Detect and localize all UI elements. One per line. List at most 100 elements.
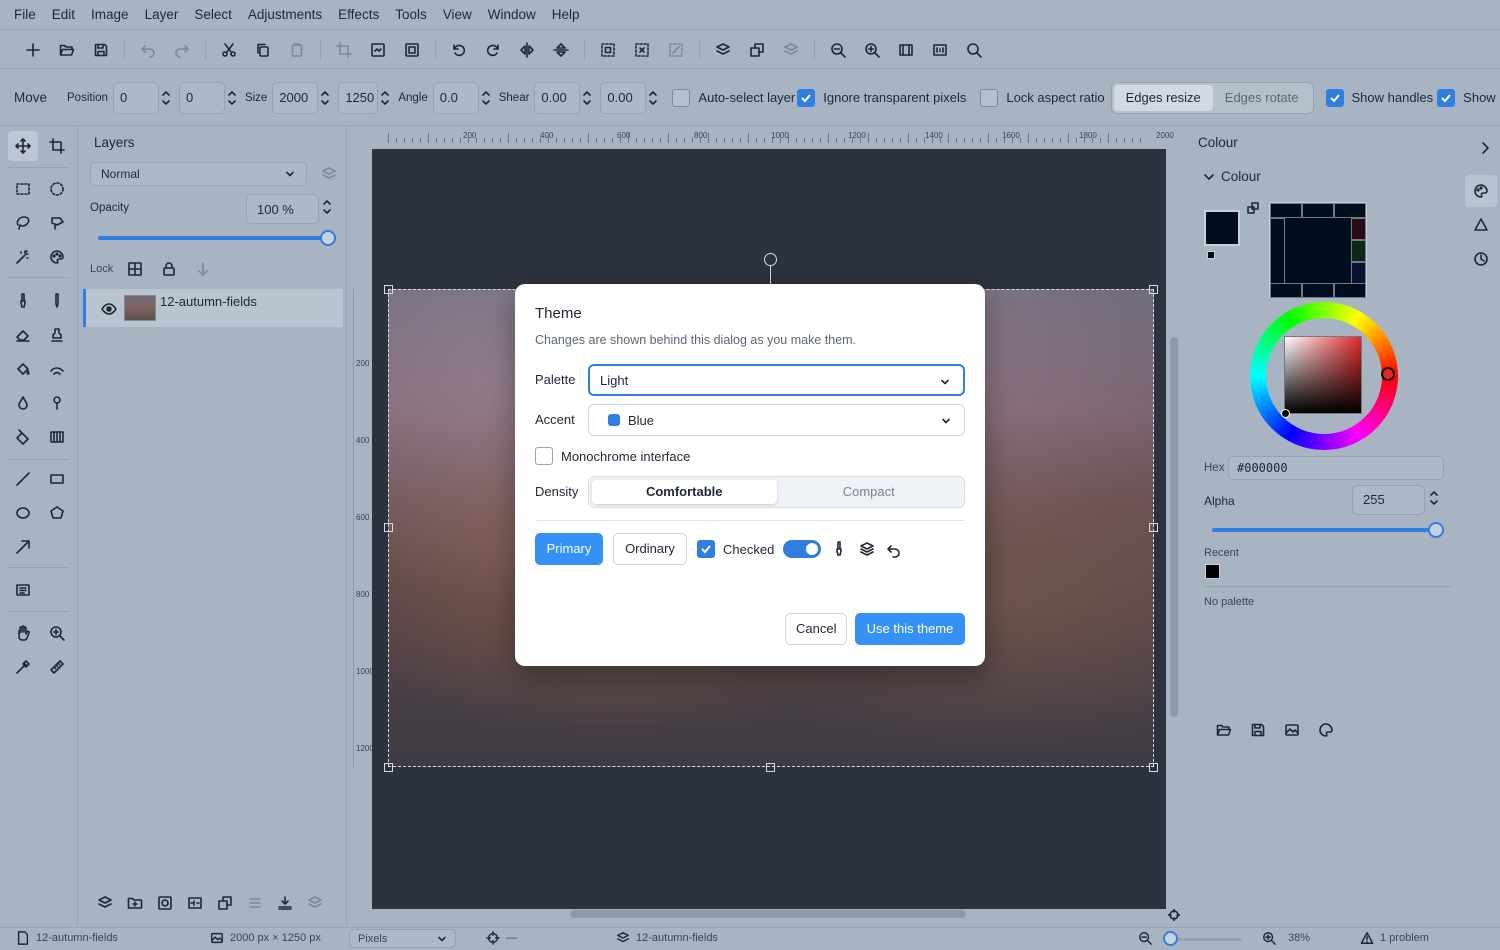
preview-ordinary-button[interactable]: Ordinary — [613, 533, 687, 565]
invert-selection-button[interactable] — [659, 35, 693, 65]
preview-layers-icon-button[interactable] — [859, 541, 875, 557]
vertical-scrollbar[interactable] — [1170, 337, 1178, 717]
smudge-tool[interactable] — [42, 354, 72, 384]
primary-colour-swatch[interactable] — [1204, 210, 1240, 246]
flatten-icon[interactable] — [277, 895, 293, 911]
shear-y-spinner[interactable]: 0.00 — [600, 81, 658, 114]
ellipse-select-tool[interactable] — [42, 174, 72, 204]
colour-tab[interactable] — [1465, 175, 1497, 207]
ellipse-tool[interactable] — [8, 498, 38, 528]
saturation-value-square[interactable] — [1284, 336, 1362, 414]
flip-vertical-button[interactable] — [544, 35, 578, 65]
chevron-up-icon[interactable] — [320, 88, 330, 98]
merge-down-icon[interactable] — [247, 895, 263, 911]
density-compact-option[interactable]: Compact — [777, 480, 962, 504]
save-icon[interactable] — [1250, 722, 1266, 738]
folder-add-icon[interactable] — [127, 895, 143, 911]
checkbox-box[interactable] — [1325, 88, 1344, 107]
zoom-in-button[interactable] — [855, 35, 889, 65]
opacity-slider[interactable] — [98, 236, 328, 240]
transform-handle-top-left[interactable] — [384, 285, 393, 294]
opacity-stepper[interactable] — [322, 197, 332, 217]
position-y-input[interactable]: 0 — [178, 81, 225, 114]
recent-colour-swatch[interactable] — [1205, 564, 1220, 579]
reset-colours-button[interactable] — [1207, 251, 1215, 259]
chevron-up-icon[interactable] — [582, 88, 592, 98]
status-problems[interactable]: 1 problem — [1360, 931, 1429, 945]
preview-checked-checkbox[interactable]: Checked — [697, 540, 774, 558]
transform-handle-bottom-left[interactable] — [384, 763, 393, 772]
new-button[interactable] — [16, 35, 50, 65]
rotate-handle[interactable] — [764, 253, 777, 266]
redo-button[interactable] — [165, 35, 199, 65]
checkbox-box[interactable] — [672, 88, 691, 107]
delete-layer-icon[interactable] — [307, 895, 323, 911]
actual-size-button[interactable] — [923, 35, 957, 65]
lock-pixels-button[interactable] — [127, 261, 143, 277]
chevron-up-icon[interactable] — [161, 88, 171, 98]
menu-view[interactable]: View — [435, 0, 480, 30]
eyedropper-tool[interactable] — [8, 652, 38, 682]
chevron-down-icon[interactable] — [648, 98, 658, 108]
move-tool[interactable] — [8, 131, 38, 161]
shear-y-input[interactable]: 0.00 — [600, 81, 647, 114]
rectangle-tool[interactable] — [42, 464, 72, 494]
checkbox-box[interactable] — [980, 88, 999, 107]
adjustments-tab[interactable] — [1465, 209, 1497, 241]
pencil-tool[interactable] — [42, 286, 72, 316]
hex-input[interactable]: #000000 — [1228, 456, 1444, 480]
magic-wand-tool[interactable] — [8, 242, 38, 272]
chevron-down-icon[interactable] — [380, 98, 390, 108]
arrow-tool[interactable] — [8, 532, 38, 562]
edges-rotate-option[interactable]: Edges rotate — [1213, 85, 1311, 111]
show-handles-checkbox[interactable]: Show handles — [1325, 88, 1433, 107]
crop-tool[interactable] — [42, 131, 72, 161]
menu-edit[interactable]: Edit — [44, 0, 83, 30]
alpha-slider-handle[interactable] — [1428, 522, 1444, 538]
chevron-down-icon[interactable] — [322, 207, 332, 217]
collapse-panel-button[interactable] — [1477, 140, 1493, 156]
color-select-tool[interactable] — [42, 242, 72, 272]
angle-spinner[interactable]: 0.0 — [432, 81, 491, 114]
sv-picker-handle[interactable] — [1281, 409, 1290, 418]
polygon-tool[interactable] — [42, 498, 72, 528]
position-x-input[interactable]: 0 — [112, 81, 159, 114]
rotate-ccw-button[interactable] — [442, 35, 476, 65]
transform-handle-right[interactable] — [1149, 523, 1158, 532]
chevron-down-icon[interactable] — [582, 98, 592, 108]
chevron-down-icon[interactable] — [481, 98, 491, 108]
gradient-tool[interactable] — [8, 422, 38, 452]
menu-layer[interactable]: Layer — [137, 0, 187, 30]
size-width-spinner[interactable]: 2000 — [272, 81, 330, 114]
preview-undo-icon-button[interactable] — [886, 542, 902, 558]
menu-help[interactable]: Help — [544, 0, 588, 30]
opacity-input[interactable]: 100 % — [246, 194, 319, 224]
edges-resize-option[interactable]: Edges resize — [1113, 84, 1213, 111]
lock-aspect-checkbox[interactable]: Lock aspect ratio — [980, 88, 1105, 107]
rotate-cw-button[interactable] — [476, 35, 510, 65]
chevron-up-icon[interactable] — [227, 88, 237, 98]
chevron-up-icon[interactable] — [322, 197, 332, 207]
canvas-size-button[interactable] — [395, 35, 429, 65]
folder-open-icon[interactable] — [1216, 722, 1232, 738]
alpha-stepper[interactable] — [1429, 488, 1439, 508]
chevron-down-icon[interactable] — [320, 98, 330, 108]
eraser-tool[interactable] — [8, 320, 38, 350]
layer-duplicate-icon[interactable] — [217, 895, 233, 911]
colour-section-header[interactable]: Colour — [1203, 169, 1261, 184]
menu-window[interactable]: Window — [480, 0, 544, 30]
palette-icon[interactable] — [1318, 722, 1334, 738]
layer-visibility-toggle[interactable] — [101, 301, 117, 317]
auto-select-layer-checkbox[interactable]: Auto-select layer — [672, 88, 795, 107]
size-width-input[interactable]: 2000 — [272, 81, 319, 114]
menu-effects[interactable]: Effects — [330, 0, 387, 30]
save-button[interactable] — [84, 35, 118, 65]
chevron-up-icon[interactable] — [1429, 488, 1439, 498]
swap-colours-button[interactable] — [1247, 202, 1259, 214]
preview-brush-icon-button[interactable] — [831, 541, 847, 557]
menu-image[interactable]: Image — [83, 0, 137, 30]
line-tool[interactable] — [8, 464, 38, 494]
select-all-button[interactable] — [591, 35, 625, 65]
transform-handle-bottom-right[interactable] — [1149, 763, 1158, 772]
image-icon[interactable] — [1284, 722, 1300, 738]
